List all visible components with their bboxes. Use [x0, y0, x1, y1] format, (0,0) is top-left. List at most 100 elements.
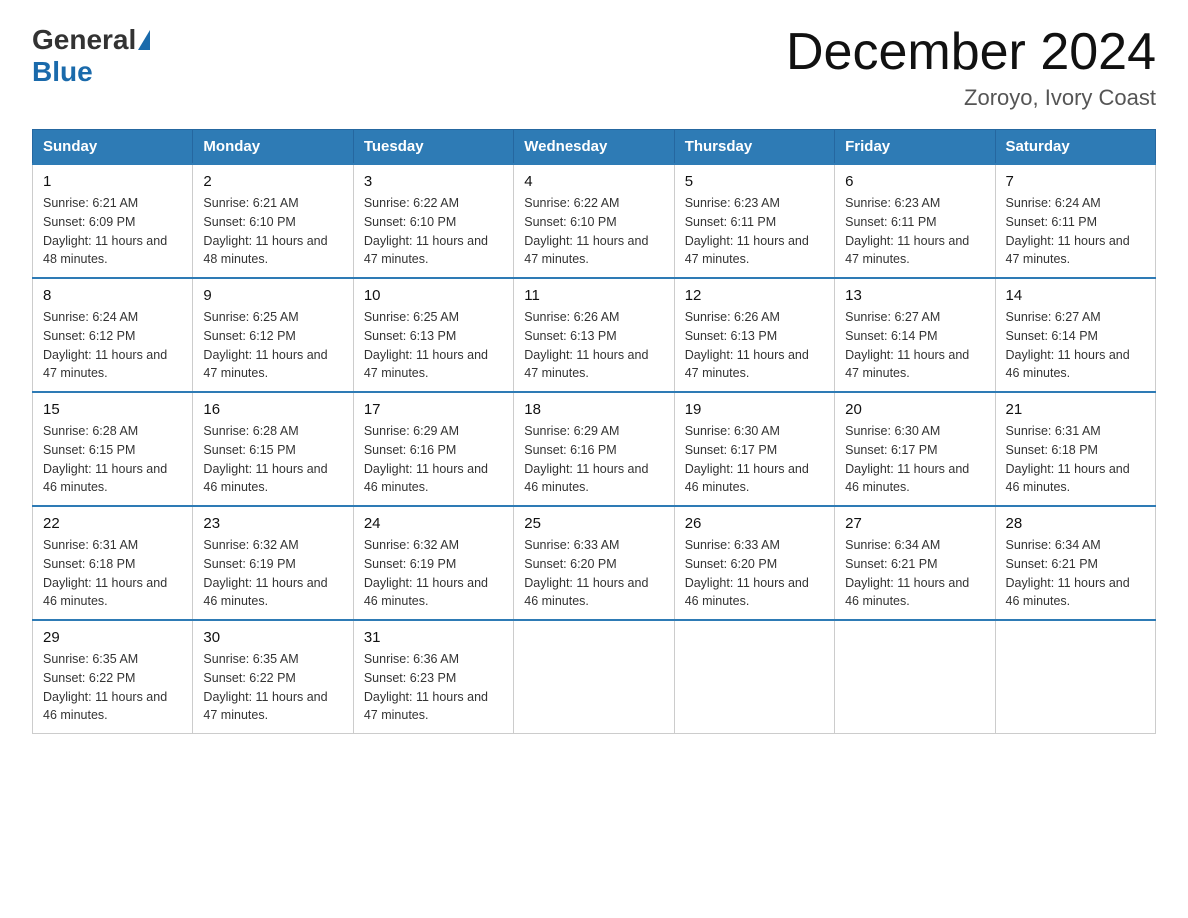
day-info: Sunrise: 6:28 AM Sunset: 6:15 PM Dayligh…: [43, 422, 182, 497]
table-row: 25 Sunrise: 6:33 AM Sunset: 6:20 PM Dayl…: [514, 506, 674, 620]
day-number: 14: [1006, 287, 1145, 304]
day-info: Sunrise: 6:26 AM Sunset: 6:13 PM Dayligh…: [685, 308, 824, 383]
table-row: 16 Sunrise: 6:28 AM Sunset: 6:15 PM Dayl…: [193, 392, 353, 506]
day-number: 18: [524, 401, 663, 418]
day-info: Sunrise: 6:34 AM Sunset: 6:21 PM Dayligh…: [845, 536, 984, 611]
day-info: Sunrise: 6:23 AM Sunset: 6:11 PM Dayligh…: [845, 194, 984, 269]
table-row: 6 Sunrise: 6:23 AM Sunset: 6:11 PM Dayli…: [835, 164, 995, 278]
calendar-week-1: 1 Sunrise: 6:21 AM Sunset: 6:09 PM Dayli…: [33, 164, 1156, 278]
table-row: 22 Sunrise: 6:31 AM Sunset: 6:18 PM Dayl…: [33, 506, 193, 620]
col-thursday: Thursday: [674, 130, 834, 165]
day-info: Sunrise: 6:22 AM Sunset: 6:10 PM Dayligh…: [364, 194, 503, 269]
day-info: Sunrise: 6:35 AM Sunset: 6:22 PM Dayligh…: [43, 650, 182, 725]
table-row: 12 Sunrise: 6:26 AM Sunset: 6:13 PM Dayl…: [674, 278, 834, 392]
table-row: 10 Sunrise: 6:25 AM Sunset: 6:13 PM Dayl…: [353, 278, 513, 392]
title-area: December 2024 Zoroyo, Ivory Coast: [786, 24, 1156, 111]
calendar-week-3: 15 Sunrise: 6:28 AM Sunset: 6:15 PM Dayl…: [33, 392, 1156, 506]
table-row: 24 Sunrise: 6:32 AM Sunset: 6:19 PM Dayl…: [353, 506, 513, 620]
table-row: 21 Sunrise: 6:31 AM Sunset: 6:18 PM Dayl…: [995, 392, 1155, 506]
table-row: 27 Sunrise: 6:34 AM Sunset: 6:21 PM Dayl…: [835, 506, 995, 620]
calendar-week-5: 29 Sunrise: 6:35 AM Sunset: 6:22 PM Dayl…: [33, 620, 1156, 734]
day-number: 26: [685, 515, 824, 532]
day-info: Sunrise: 6:32 AM Sunset: 6:19 PM Dayligh…: [364, 536, 503, 611]
day-number: 22: [43, 515, 182, 532]
col-friday: Friday: [835, 130, 995, 165]
table-row: 29 Sunrise: 6:35 AM Sunset: 6:22 PM Dayl…: [33, 620, 193, 734]
day-number: 31: [364, 629, 503, 646]
day-info: Sunrise: 6:31 AM Sunset: 6:18 PM Dayligh…: [43, 536, 182, 611]
day-number: 29: [43, 629, 182, 646]
day-info: Sunrise: 6:30 AM Sunset: 6:17 PM Dayligh…: [685, 422, 824, 497]
day-info: Sunrise: 6:25 AM Sunset: 6:12 PM Dayligh…: [203, 308, 342, 383]
col-saturday: Saturday: [995, 130, 1155, 165]
table-row: 28 Sunrise: 6:34 AM Sunset: 6:21 PM Dayl…: [995, 506, 1155, 620]
day-info: Sunrise: 6:36 AM Sunset: 6:23 PM Dayligh…: [364, 650, 503, 725]
day-info: Sunrise: 6:32 AM Sunset: 6:19 PM Dayligh…: [203, 536, 342, 611]
table-row: 17 Sunrise: 6:29 AM Sunset: 6:16 PM Dayl…: [353, 392, 513, 506]
col-wednesday: Wednesday: [514, 130, 674, 165]
col-tuesday: Tuesday: [353, 130, 513, 165]
day-number: 4: [524, 173, 663, 190]
table-row: 14 Sunrise: 6:27 AM Sunset: 6:14 PM Dayl…: [995, 278, 1155, 392]
day-info: Sunrise: 6:33 AM Sunset: 6:20 PM Dayligh…: [685, 536, 824, 611]
day-info: Sunrise: 6:30 AM Sunset: 6:17 PM Dayligh…: [845, 422, 984, 497]
day-number: 8: [43, 287, 182, 304]
table-row: 9 Sunrise: 6:25 AM Sunset: 6:12 PM Dayli…: [193, 278, 353, 392]
col-sunday: Sunday: [33, 130, 193, 165]
table-row: 18 Sunrise: 6:29 AM Sunset: 6:16 PM Dayl…: [514, 392, 674, 506]
day-info: Sunrise: 6:27 AM Sunset: 6:14 PM Dayligh…: [1006, 308, 1145, 383]
table-row: [995, 620, 1155, 734]
table-row: 7 Sunrise: 6:24 AM Sunset: 6:11 PM Dayli…: [995, 164, 1155, 278]
day-number: 2: [203, 173, 342, 190]
day-number: 28: [1006, 515, 1145, 532]
day-info: Sunrise: 6:29 AM Sunset: 6:16 PM Dayligh…: [524, 422, 663, 497]
day-info: Sunrise: 6:34 AM Sunset: 6:21 PM Dayligh…: [1006, 536, 1145, 611]
day-info: Sunrise: 6:21 AM Sunset: 6:10 PM Dayligh…: [203, 194, 342, 269]
day-number: 5: [685, 173, 824, 190]
day-info: Sunrise: 6:29 AM Sunset: 6:16 PM Dayligh…: [364, 422, 503, 497]
day-number: 21: [1006, 401, 1145, 418]
calendar-header-row: Sunday Monday Tuesday Wednesday Thursday…: [33, 130, 1156, 165]
day-info: Sunrise: 6:33 AM Sunset: 6:20 PM Dayligh…: [524, 536, 663, 611]
table-row: [674, 620, 834, 734]
day-number: 25: [524, 515, 663, 532]
col-monday: Monday: [193, 130, 353, 165]
day-number: 3: [364, 173, 503, 190]
table-row: 31 Sunrise: 6:36 AM Sunset: 6:23 PM Dayl…: [353, 620, 513, 734]
day-number: 16: [203, 401, 342, 418]
day-number: 24: [364, 515, 503, 532]
table-row: 19 Sunrise: 6:30 AM Sunset: 6:17 PM Dayl…: [674, 392, 834, 506]
day-info: Sunrise: 6:21 AM Sunset: 6:09 PM Dayligh…: [43, 194, 182, 269]
day-number: 30: [203, 629, 342, 646]
day-info: Sunrise: 6:25 AM Sunset: 6:13 PM Dayligh…: [364, 308, 503, 383]
day-info: Sunrise: 6:31 AM Sunset: 6:18 PM Dayligh…: [1006, 422, 1145, 497]
table-row: 23 Sunrise: 6:32 AM Sunset: 6:19 PM Dayl…: [193, 506, 353, 620]
day-number: 23: [203, 515, 342, 532]
day-number: 7: [1006, 173, 1145, 190]
logo-general-text: General: [32, 24, 136, 56]
table-row: 26 Sunrise: 6:33 AM Sunset: 6:20 PM Dayl…: [674, 506, 834, 620]
day-info: Sunrise: 6:24 AM Sunset: 6:12 PM Dayligh…: [43, 308, 182, 383]
calendar-location: Zoroyo, Ivory Coast: [786, 85, 1156, 111]
day-number: 6: [845, 173, 984, 190]
logo-arrow-icon: [138, 30, 150, 50]
table-row: 5 Sunrise: 6:23 AM Sunset: 6:11 PM Dayli…: [674, 164, 834, 278]
day-info: Sunrise: 6:24 AM Sunset: 6:11 PM Dayligh…: [1006, 194, 1145, 269]
table-row: 8 Sunrise: 6:24 AM Sunset: 6:12 PM Dayli…: [33, 278, 193, 392]
logo-blue-text: Blue: [32, 56, 93, 88]
day-number: 17: [364, 401, 503, 418]
day-info: Sunrise: 6:23 AM Sunset: 6:11 PM Dayligh…: [685, 194, 824, 269]
table-row: 20 Sunrise: 6:30 AM Sunset: 6:17 PM Dayl…: [835, 392, 995, 506]
table-row: [514, 620, 674, 734]
table-row: 11 Sunrise: 6:26 AM Sunset: 6:13 PM Dayl…: [514, 278, 674, 392]
day-number: 11: [524, 287, 663, 304]
table-row: 1 Sunrise: 6:21 AM Sunset: 6:09 PM Dayli…: [33, 164, 193, 278]
calendar-title: December 2024: [786, 24, 1156, 81]
day-info: Sunrise: 6:22 AM Sunset: 6:10 PM Dayligh…: [524, 194, 663, 269]
header: General Blue December 2024 Zoroyo, Ivory…: [32, 24, 1156, 111]
table-row: 13 Sunrise: 6:27 AM Sunset: 6:14 PM Dayl…: [835, 278, 995, 392]
day-number: 27: [845, 515, 984, 532]
day-number: 19: [685, 401, 824, 418]
day-info: Sunrise: 6:28 AM Sunset: 6:15 PM Dayligh…: [203, 422, 342, 497]
day-number: 1: [43, 173, 182, 190]
